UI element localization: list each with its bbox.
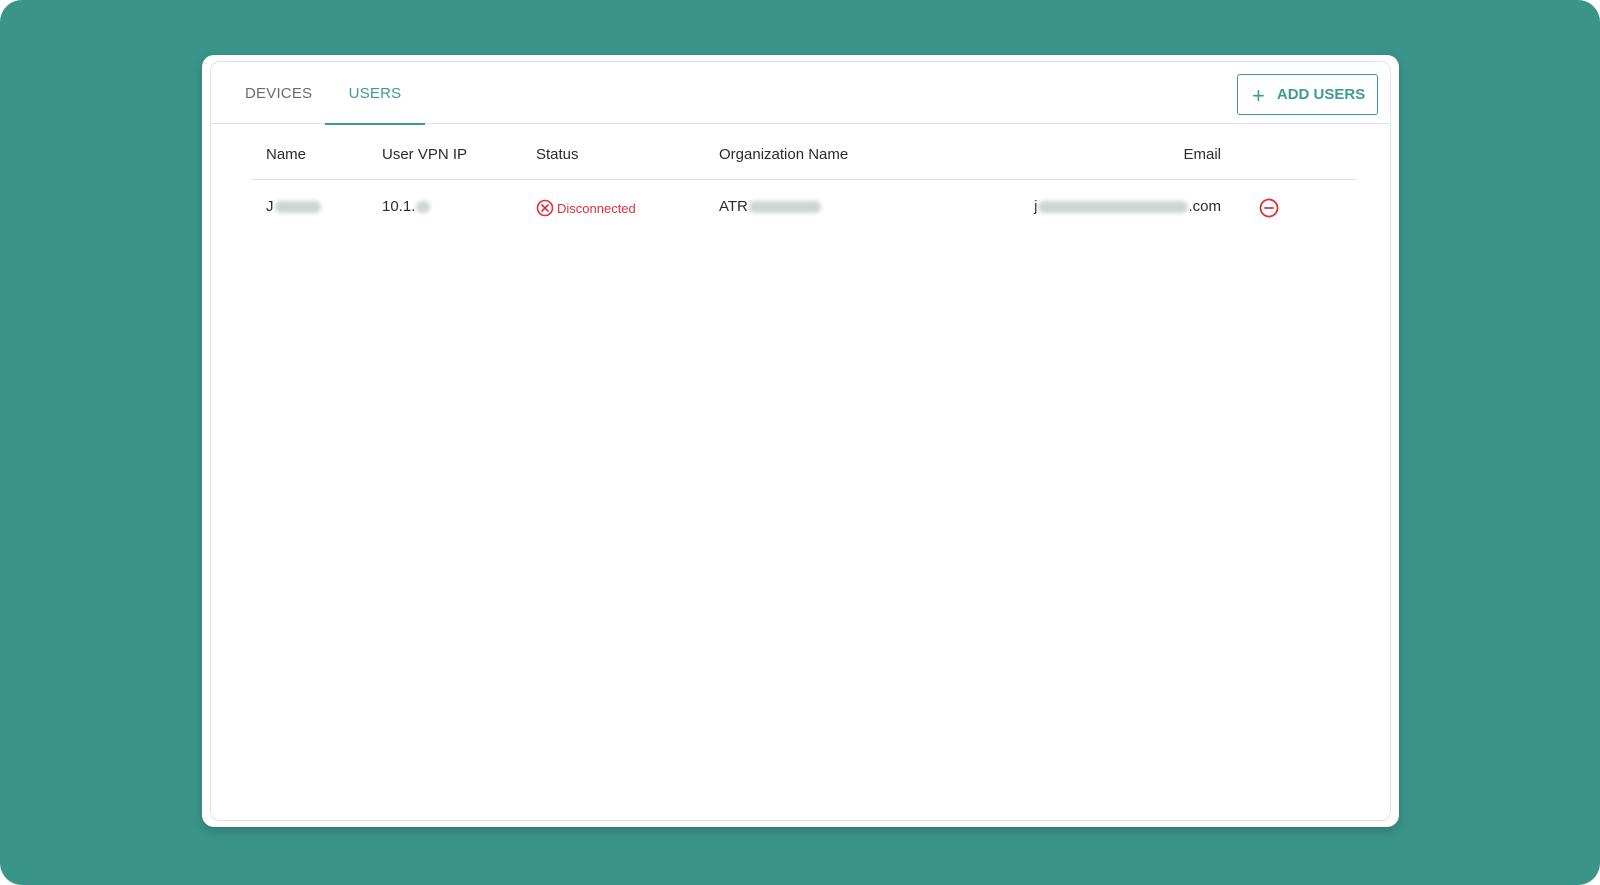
cell-organization-name: ATR <box>719 198 821 215</box>
email-prefix-text: j <box>1034 198 1038 215</box>
column-header-name[interactable]: Name <box>266 146 306 163</box>
add-users-button[interactable]: + ADD USERS <box>1237 74 1378 115</box>
tab-users-label: USERS <box>348 85 402 102</box>
organization-text: ATR <box>719 198 748 215</box>
column-header-user-vpn-ip[interactable]: User VPN IP <box>382 146 467 163</box>
remove-circle-icon[interactable] <box>1258 197 1280 219</box>
plus-icon: + <box>1252 82 1265 108</box>
redacted-text <box>416 201 431 214</box>
column-header-status[interactable]: Status <box>536 146 579 163</box>
column-header-email[interactable]: Email <box>1183 146 1221 163</box>
add-users-label: ADD USERS <box>1276 86 1366 103</box>
cell-user-vpn-ip: 10.1. <box>382 198 431 215</box>
vpn-ip-text: 10.1. <box>382 198 416 215</box>
tab-devices[interactable]: DEVICES <box>245 62 312 124</box>
users-panel: DEVICES USERS + ADD USERS Name User VPN … <box>202 55 1399 827</box>
table-row[interactable]: J 10.1. Disconnected ATR j .com <box>251 180 1357 238</box>
users-table: Name User VPN IP Status Organization Nam… <box>251 136 1357 238</box>
cell-status: Disconnected <box>536 199 636 217</box>
redacted-text <box>748 201 821 214</box>
active-tab-indicator <box>325 123 425 125</box>
tab-users[interactable]: USERS <box>325 62 425 125</box>
tab-bar: DEVICES USERS + ADD USERS <box>211 62 1390 125</box>
name-text: J <box>266 198 274 215</box>
cell-email: j .com <box>1034 198 1221 215</box>
redacted-text <box>1038 201 1189 214</box>
column-header-organization-name[interactable]: Organization Name <box>719 146 848 163</box>
redacted-text <box>274 201 321 214</box>
cell-name: J <box>266 198 321 215</box>
email-suffix-text: .com <box>1188 198 1221 215</box>
circle-x-icon <box>536 199 554 217</box>
panel-inner: DEVICES USERS + ADD USERS Name User VPN … <box>210 61 1391 821</box>
table-header: Name User VPN IP Status Organization Nam… <box>251 136 1357 180</box>
status-text: Disconnected <box>557 200 636 216</box>
